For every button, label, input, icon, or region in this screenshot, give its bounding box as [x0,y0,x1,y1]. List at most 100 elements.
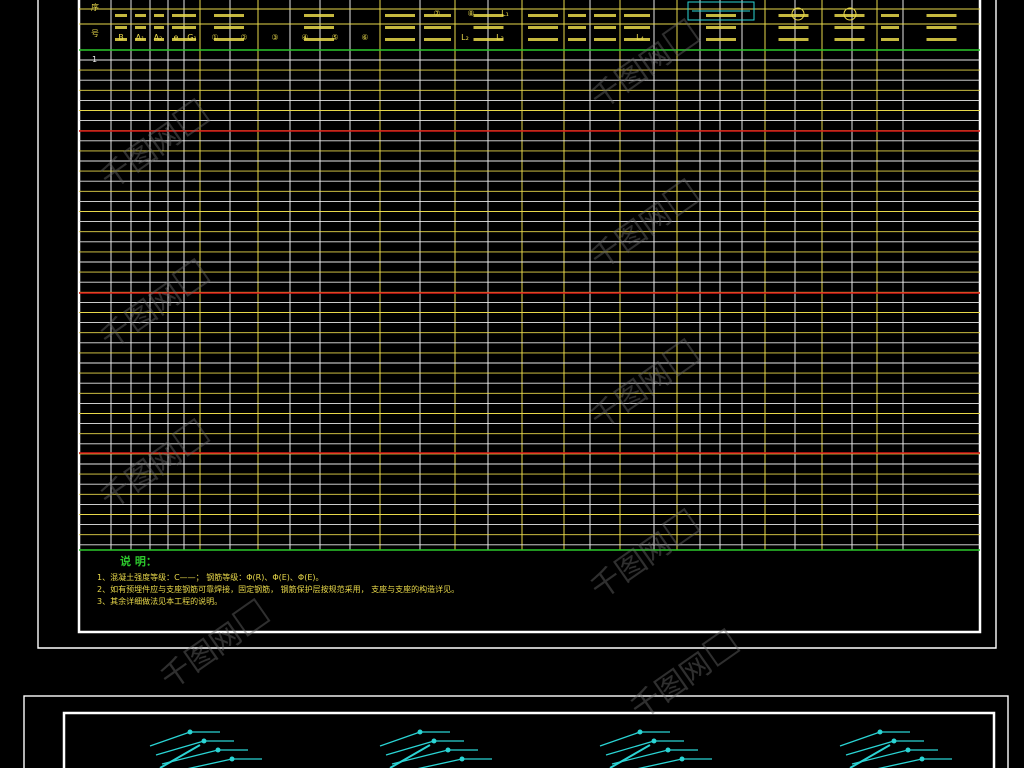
header-glyph-stroke [214,14,244,17]
watermark-text: 千图网 [95,276,189,356]
header-glyph-stroke [624,26,650,29]
header-glyph-stroke [778,38,809,41]
header-glyph-stroke [834,38,865,41]
header-glyph-stroke [385,38,415,41]
header-glyph-stroke [473,14,504,17]
header-glyph-stroke [881,14,899,17]
bottom-sheet-details [149,729,952,768]
watermark-box [171,417,211,457]
header-glyph-stroke [926,26,957,29]
watermark-box [231,597,271,637]
watermark-text: 千图网 [585,36,679,116]
header-glyph-stroke [172,26,196,29]
notes-title: 说 明： [120,554,157,568]
header-glyph-stroke [135,14,146,17]
cad-drawing-canvas: 序号 B A₁ A₂ e G₁ ① ② ③ ④ ⑤ ⑥⑦ ⑧ L₁L₂ L₃ L₄ 说 明： 1、混凝土强度等… [23,0,1009,768]
header-glyph-stroke [528,14,558,17]
header-cell-label: 号 [91,29,99,38]
notes-line-1: 1、混凝土强度等级：C——； 钢筋等级：Φ(R)、Φ(E)、Φ(E)。 [97,572,324,582]
header-glyph-stroke [172,38,196,41]
header-glyph-stroke [926,14,957,17]
header-glyph-stroke [778,26,809,29]
detail-node [665,747,671,753]
detail-leader-line [605,740,655,756]
detail-node [445,747,451,753]
header-glyph-stroke [385,26,415,29]
header-glyph-stroke [135,38,146,41]
notes-line-2: 2、如有预埋件应与支座钢筋可靠焊接，固定钢筋， 钢筋保护层按规范采用， 支座与支… [97,584,459,594]
header-glyph-stroke [706,38,736,41]
header-glyph-stroke [424,26,451,29]
notes-line-3: 3、其余详细做法见本工程的说明。 [97,596,222,606]
header-glyph-stroke [214,26,244,29]
header-glyph-stroke [528,26,558,29]
header-glyph-stroke [706,26,736,29]
row-marker: 1 [92,55,97,64]
header-glyph-stroke [624,14,650,17]
detail-node [905,747,911,753]
detail-node [215,747,221,753]
header-glyph-stroke [304,38,334,41]
header-cell-label: L₂ [461,33,469,42]
header-glyph-stroke [473,38,504,41]
header-cell-label: ⑥ [361,33,368,42]
bottom-sheet-outer-frame [23,695,1009,768]
header-glyph-stroke [154,38,164,41]
detail-node [891,738,897,744]
detail-leader-line [845,740,895,756]
detail-node [679,756,685,762]
detail-node [431,738,437,744]
watermark-text: 千图网 [585,526,679,606]
schedule-table-header: 序号 B A₁ A₂ e G₁ ① ② ③ ④ ⑤ ⑥⑦ ⑧ L₁L₂ L₃ L₄ [91,1,957,42]
header-glyph-stroke [424,38,451,41]
watermark-box [661,337,701,377]
header-glyph-stroke [624,38,650,41]
notes-block: 说 明： 1、混凝土强度等级：C——； 钢筋等级：Φ(R)、Φ(E)、Φ(E)。… [97,554,459,606]
watermark-text: 千图网 [585,356,679,436]
detail-node [187,729,193,735]
header-glyph-stroke [304,26,334,29]
watermark-box [171,97,211,137]
header-glyph-stroke [214,38,244,41]
header-glyph-stroke [473,26,504,29]
watermark-box [661,177,701,217]
detail-node [201,738,207,744]
watermark-text: 千图网 [585,196,679,276]
watermark-box [171,257,211,297]
header-glyph-stroke [834,26,865,29]
detail-node [637,729,643,735]
detail-node [459,756,465,762]
header-glyph-stroke [568,14,586,17]
header-glyph-stroke [594,14,616,17]
header-glyph-stroke [594,26,616,29]
header-glyph-stroke [881,26,899,29]
header-cell-label: ③ [271,33,278,42]
header-glyph-stroke [304,14,334,17]
header-glyph-stroke [881,38,899,41]
header-glyph-stroke [135,26,146,29]
header-glyph-stroke [594,38,616,41]
detail-leader-line [155,740,205,756]
detail-node [877,729,883,735]
header-glyph-stroke [568,38,586,41]
header-glyph-stroke [172,14,196,17]
schedule-table-grid [79,0,980,551]
header-glyph-stroke [115,38,127,41]
header-glyph-stroke [706,14,736,17]
header-glyph-stroke [115,14,127,17]
watermark-text: 千图网 [625,646,719,726]
header-glyph-stroke [528,38,558,41]
header-glyph-stroke [424,14,451,17]
header-glyph-stroke [568,26,586,29]
detail-leader-line [149,731,191,747]
header-glyph-stroke [385,14,415,17]
header-glyph-stroke [926,38,957,41]
detail-node [919,756,925,762]
inner-frame [77,0,982,634]
detail-node [229,756,235,762]
header-glyph-stroke [154,26,164,29]
detail-node [417,729,423,735]
header-glyph-stroke [115,26,127,29]
detail-leader-line [839,731,881,747]
watermark-text: 千图网 [95,116,189,196]
